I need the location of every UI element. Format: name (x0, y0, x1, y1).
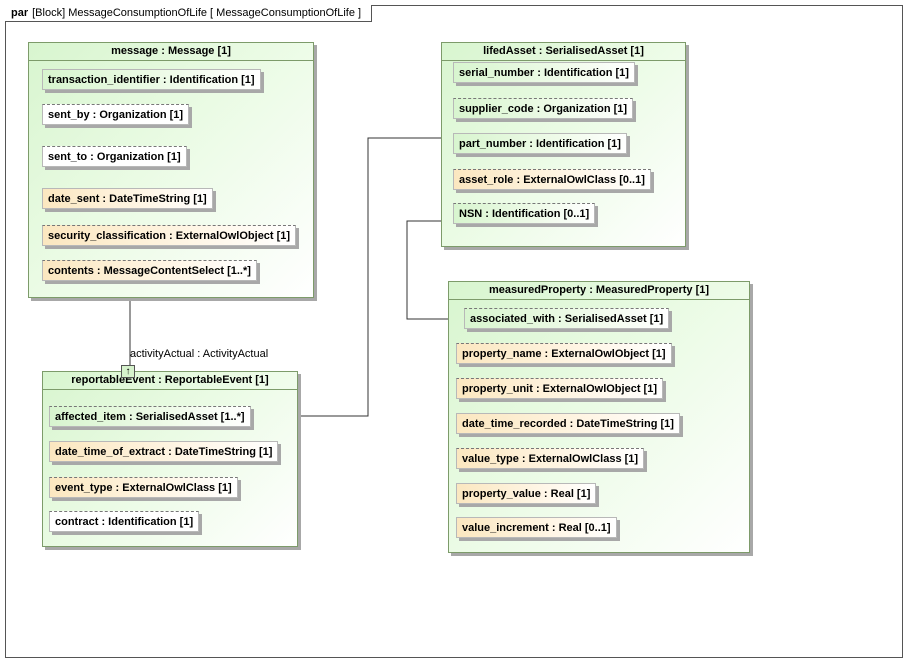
prop-property-unit[interactable]: property_unit : ExternalOwlObject [1] (456, 378, 663, 399)
part-message[interactable]: message : Message [1] transaction_identi… (28, 42, 314, 298)
part-measured-property-title: measuredProperty : MeasuredProperty [1] (449, 282, 749, 300)
prop-associated-with[interactable]: associated_with : SerialisedAsset [1] (464, 308, 670, 329)
prop-serial-number[interactable]: serial_number : Identification [1] (453, 62, 635, 83)
prop-property-name[interactable]: property_name : ExternalOwlObject [1] (456, 343, 672, 364)
prop-affected-item[interactable]: affected_item : SerialisedAsset [1..*] (49, 406, 251, 427)
part-measured-property[interactable]: measuredProperty : MeasuredProperty [1] … (448, 281, 750, 553)
connector-port[interactable]: ↑ (121, 365, 135, 378)
prop-event-type[interactable]: event_type : ExternalOwlClass [1] (49, 477, 238, 498)
prop-security-classification[interactable]: security_classification : ExternalOwlObj… (42, 225, 297, 246)
prop-sent-to[interactable]: sent_to : Organization [1] (42, 146, 187, 167)
connector-label: activityActual : ActivityActual (130, 348, 269, 360)
prop-value-increment[interactable]: value_increment : Real [0..1] (456, 517, 617, 538)
prop-date-sent[interactable]: date_sent : DateTimeString [1] (42, 188, 213, 209)
prop-contract[interactable]: contract : Identification [1] (49, 511, 200, 532)
prop-sent-by[interactable]: sent_by : Organization [1] (42, 104, 190, 125)
prop-supplier-code[interactable]: supplier_code : Organization [1] (453, 98, 634, 119)
prop-value-type[interactable]: value_type : ExternalOwlClass [1] (456, 448, 645, 469)
prop-nsn[interactable]: NSN : Identification [0..1] (453, 203, 596, 224)
prop-date-time-of-extract[interactable]: date_time_of_extract : DateTimeString [1… (49, 441, 279, 462)
prop-date-time-recorded[interactable]: date_time_recorded : DateTimeString [1] (456, 413, 680, 434)
prop-property-value[interactable]: property_value : Real [1] (456, 483, 597, 504)
part-reportable-event-title: reportableEvent : ReportableEvent [1] (43, 372, 297, 390)
prop-contents[interactable]: contents : MessageContentSelect [1..*] (42, 260, 257, 281)
part-lifed-asset[interactable]: lifedAsset : SerialisedAsset [1] serial_… (441, 42, 686, 247)
part-message-title: message : Message [1] (29, 43, 313, 61)
prop-asset-role[interactable]: asset_role : ExternalOwlClass [0..1] (453, 169, 651, 190)
part-lifed-asset-title: lifedAsset : SerialisedAsset [1] (442, 43, 685, 61)
prop-transaction-identifier[interactable]: transaction_identifier : Identification … (42, 69, 261, 90)
prop-part-number[interactable]: part_number : Identification [1] (453, 133, 627, 154)
part-reportable-event[interactable]: reportableEvent : ReportableEvent [1] af… (42, 371, 298, 547)
